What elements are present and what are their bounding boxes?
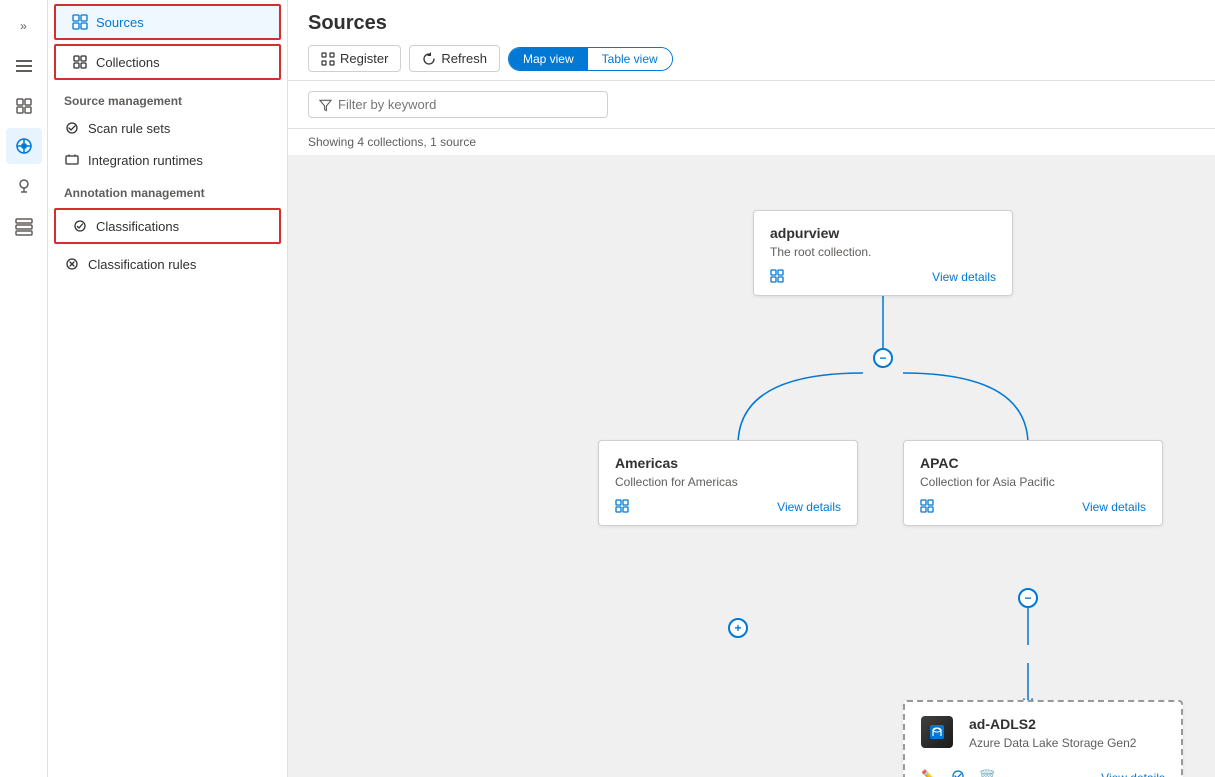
sidebar-sources-label: Sources — [96, 15, 144, 30]
page-title: Sources — [308, 12, 1195, 35]
insights-icon[interactable] — [6, 168, 42, 204]
classifications-label: Classifications — [96, 219, 179, 234]
purview-icon[interactable] — [6, 128, 42, 164]
source-card-header: ad-ADLS2 Azure Data Lake Storage Gen2 — [921, 716, 1165, 760]
sidebar-collections-label: Collections — [96, 55, 160, 70]
menu-icon[interactable] — [6, 48, 42, 84]
icon-bar: » — [0, 0, 48, 777]
sidebar-item-classifications[interactable]: Classifications — [54, 208, 281, 244]
register-icon — [321, 52, 335, 66]
sidebar-item-collections[interactable]: Collections — [54, 44, 281, 80]
table-view-button[interactable]: Table view — [588, 48, 672, 70]
source-management-label: Source management — [48, 84, 287, 112]
apac-collection-card: APAC Collection for Asia Pacific View de… — [903, 440, 1163, 526]
sidebar: Sources Collections Source management Sc… — [48, 0, 288, 777]
toolbar: Register Refresh Map view Table view — [308, 45, 1195, 72]
root-card-footer: View details — [770, 269, 996, 285]
adls-icon — [921, 716, 953, 748]
edit-icon[interactable]: ✏️ — [921, 769, 938, 777]
filter-icon — [319, 98, 332, 112]
scan-rule-sets-label: Scan rule sets — [88, 121, 170, 136]
refresh-button[interactable]: Refresh — [409, 45, 500, 72]
source-name: ad-ADLS2 — [969, 716, 1165, 732]
root-collection-icon — [770, 269, 786, 285]
source-card-footer: ✏️ 🗑️ View details — [921, 768, 1165, 777]
apac-collection-name: APAC — [920, 455, 1146, 471]
americas-card-footer: View details — [615, 499, 841, 515]
apac-collection-desc: Collection for Asia Pacific — [920, 475, 1146, 489]
americas-collection-card: Americas Collection for Americas View de… — [598, 440, 858, 526]
map-area: adpurview The root collection. View deta… — [288, 155, 1215, 777]
integration-runtimes-label: Integration runtimes — [88, 153, 203, 168]
datasources-icon[interactable] — [6, 208, 42, 244]
filter-bar — [288, 81, 1215, 129]
refresh-icon — [422, 52, 436, 66]
americas-collection-desc: Collection for Americas — [615, 475, 841, 489]
sidebar-item-integration-runtimes[interactable]: Integration runtimes — [48, 144, 287, 176]
root-collapse-btn[interactable]: − — [873, 348, 893, 368]
filter-input-container — [308, 91, 608, 118]
root-collection-card: adpurview The root collection. View deta… — [753, 210, 1013, 296]
source-info: ad-ADLS2 Azure Data Lake Storage Gen2 — [969, 716, 1165, 760]
americas-view-details[interactable]: View details — [777, 500, 841, 514]
classification-rules-label: Classification rules — [88, 257, 196, 272]
americas-expand-btn[interactable]: + — [728, 618, 748, 638]
register-button[interactable]: Register — [308, 45, 401, 72]
sidebar-item-scan-rule-sets[interactable]: Scan rule sets — [48, 112, 287, 144]
collapse-icon[interactable]: » — [6, 8, 42, 44]
filter-keyword-input[interactable] — [338, 97, 597, 112]
delete-icon[interactable]: 🗑️ — [978, 769, 995, 777]
apac-view-details[interactable]: View details — [1082, 500, 1146, 514]
refresh-label: Refresh — [441, 51, 487, 66]
scan-icon[interactable] — [950, 768, 966, 777]
main-content: Sources Register Refresh Map view Table … — [288, 0, 1215, 777]
source-type: Azure Data Lake Storage Gen2 — [969, 736, 1165, 750]
catalog-icon[interactable] — [6, 88, 42, 124]
apac-card-footer: View details — [920, 499, 1146, 515]
source-action-icons: ✏️ 🗑️ — [921, 768, 996, 777]
view-toggle: Map view Table view — [508, 47, 673, 71]
apac-collection-icon — [920, 499, 936, 515]
annotation-management-label: Annotation management — [48, 176, 287, 204]
table-view-label: Table view — [602, 52, 658, 66]
root-view-details[interactable]: View details — [932, 270, 996, 284]
main-header: Sources Register Refresh Map view Table … — [288, 0, 1215, 81]
apac-collapse-btn[interactable]: − — [1018, 588, 1038, 608]
sidebar-item-sources[interactable]: Sources — [54, 4, 281, 40]
root-collection-name: adpurview — [770, 225, 996, 241]
americas-collection-icon — [615, 499, 631, 515]
source-view-details[interactable]: View details — [1101, 771, 1165, 777]
register-label: Register — [340, 51, 388, 66]
source-card: ad-ADLS2 Azure Data Lake Storage Gen2 ✏️… — [903, 700, 1183, 777]
root-collection-desc: The root collection. — [770, 245, 996, 259]
map-view-label: Map view — [523, 52, 574, 66]
showing-text: Showing 4 collections, 1 source — [288, 129, 1215, 155]
sidebar-item-classification-rules[interactable]: Classification rules — [48, 248, 287, 280]
map-view-button[interactable]: Map view — [509, 48, 588, 70]
americas-collection-name: Americas — [615, 455, 841, 471]
